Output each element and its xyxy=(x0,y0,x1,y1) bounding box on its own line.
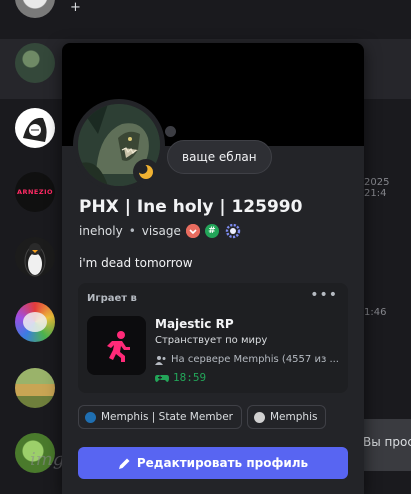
gamepad-icon xyxy=(155,374,169,382)
game-server: На сервере Memphis (4557 из ... xyxy=(155,354,345,365)
username-line: ineholy • visage # xyxy=(79,223,241,239)
dm-avatar-arnezio[interactable]: ARNEZIO xyxy=(15,172,55,212)
role-chip-state-member[interactable]: Memphis | State Member xyxy=(78,405,242,429)
bio-text: i'm dead tomorrow xyxy=(79,256,193,270)
party-icon xyxy=(155,355,166,365)
game-icon xyxy=(87,316,146,375)
activity-card: Играет в ••• Majestic RP Странствует по … xyxy=(78,283,348,393)
running-figure-icon xyxy=(106,330,130,362)
profile-popout: ваще еблан PHX | Ine holy | 125990 ineho… xyxy=(62,43,364,494)
edit-profile-label: Редактировать профиль xyxy=(136,456,309,470)
add-button[interactable]: + xyxy=(70,0,81,15)
username[interactable]: ineholy xyxy=(79,224,123,238)
role-label: Memphis | State Member xyxy=(101,411,233,423)
activity-heading: Играет в xyxy=(87,293,137,304)
game-title[interactable]: Majestic RP xyxy=(155,317,234,331)
dm-avatar-sketch[interactable] xyxy=(15,108,55,148)
more-options-icon[interactable]: ••• xyxy=(310,287,338,303)
custom-status-text: ваще еблан xyxy=(182,150,257,164)
side-button[interactable]: Вы прос xyxy=(356,419,411,471)
dm-avatar-top[interactable] xyxy=(15,0,55,18)
role-color-dot xyxy=(85,411,96,423)
display-name: PHX | Ine holy | 125990 xyxy=(79,197,303,217)
elapsed-time-text: 18:59 xyxy=(173,371,207,384)
elapsed-time: 18:59 xyxy=(155,371,206,384)
separator-dot: • xyxy=(128,224,136,238)
idle-moon-icon xyxy=(138,164,153,179)
dm-avatar-colorful[interactable] xyxy=(15,302,55,342)
status-bubble-tail xyxy=(165,126,176,137)
arnezio-logo: ARNEZIO xyxy=(16,188,54,196)
pronouns: visage xyxy=(141,224,181,238)
gear-badge-icon[interactable] xyxy=(225,223,241,239)
edit-profile-button[interactable]: Редактировать профиль xyxy=(78,447,348,479)
heart-badge-icon[interactable] xyxy=(185,224,200,238)
role-color-dot xyxy=(254,411,265,423)
game-server-text: На сервере Memphis (4557 из ... xyxy=(171,354,339,365)
role-chip-memphis[interactable]: Memphis xyxy=(247,405,327,429)
status-indicator xyxy=(133,159,159,185)
dm-timestamp-1: 2025 21:4 xyxy=(364,177,390,199)
dm-timestamp-2: 1:46 xyxy=(364,307,387,318)
role-label: Memphis xyxy=(270,411,318,423)
game-state: Странствует по миру xyxy=(155,335,268,346)
dm-avatar-penguin[interactable] xyxy=(15,237,55,277)
dm-avatar-landscape[interactable] xyxy=(15,368,55,408)
dm-avatar-dino[interactable] xyxy=(15,43,55,83)
roles-list: Memphis | State Member Memphis xyxy=(78,405,327,429)
pencil-icon xyxy=(118,458,130,469)
hash-badge-icon[interactable]: # xyxy=(204,224,219,238)
custom-status-bubble[interactable]: ваще еблан xyxy=(167,140,272,174)
